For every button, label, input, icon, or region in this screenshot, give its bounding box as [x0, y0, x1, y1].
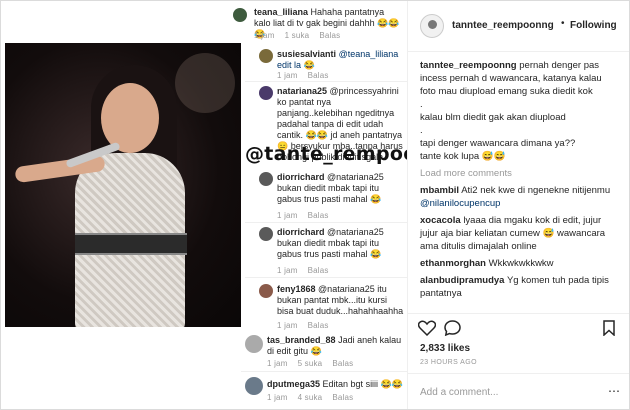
- comment-feny: feny1868 @natariana25 itu bukan pantat m…: [277, 284, 404, 316]
- avatar: [245, 335, 263, 353]
- post-username[interactable]: tanntee_reempoonng: [452, 20, 554, 31]
- avatar: [245, 377, 263, 395]
- comment-meta: 1 jam Balas: [277, 321, 329, 330]
- avatar: [259, 172, 273, 186]
- action-bar: [408, 313, 629, 342]
- profile-avatar[interactable]: [420, 14, 444, 38]
- singer-photo: [5, 43, 241, 327]
- comment-susie: susiesalvianti @teana_liliana edit la 😂: [277, 49, 399, 70]
- comment-dputmega: dputmega35 Editan bgt siiii 😂😂: [267, 379, 403, 389]
- avatar: [259, 86, 273, 100]
- comment-meta: 1 jam Balas: [277, 266, 329, 275]
- caption: tanntee_reempoonng pernah denger pas inc…: [420, 60, 602, 162]
- load-more-comments[interactable]: Load more comments: [420, 167, 620, 180]
- avatar: [259, 227, 273, 241]
- ellipsis-icon[interactable]: ⋯: [608, 384, 620, 398]
- comment-meta: 1 jam Balas: [277, 71, 329, 80]
- post-sidebar: tanntee_reempoonng • Following tanntee_r…: [407, 1, 629, 409]
- avatar: [259, 49, 273, 63]
- avatar: [233, 8, 247, 22]
- caption-and-comments: tanntee_reempoonng pernah denger pas inc…: [420, 59, 620, 300]
- likes-count[interactable]: 2,833 likes: [420, 343, 470, 354]
- comment-meta: 1 jam 1 suka Balas: [254, 31, 341, 40]
- following-button[interactable]: Following: [570, 20, 617, 31]
- comment-meta: 1 jam 5 suka Balas: [267, 359, 354, 368]
- post-header: tanntee_reempoonng • Following: [408, 1, 629, 52]
- heart-icon[interactable]: [418, 320, 436, 336]
- separator-dot: •: [561, 18, 565, 29]
- instagram-post-window: teana_liliana Hahaha pantatnya kalo liat…: [0, 0, 630, 410]
- avatar: [259, 284, 273, 298]
- add-comment-input[interactable]: Add a comment...: [420, 387, 498, 398]
- comment-icon[interactable]: [444, 320, 461, 336]
- comment: ethanmorghan Wkkwkwkkwkw: [420, 258, 554, 269]
- comment: mbambil Ati2 nek kwe di ngeneknе nitijen…: [420, 185, 611, 209]
- comment-diorrichard-2: diorrichard @natariana25 bukan diedit mb…: [277, 227, 384, 259]
- embedded-screenshot: teana_liliana Hahaha pantatnya kalo liat…: [1, 1, 444, 409]
- comment-meta: 1 jam Balas: [277, 211, 329, 220]
- comment-diorrichard: diorrichard @natariana25 bukan diedit mb…: [277, 172, 384, 204]
- post-timestamp: 23 HOURS AGO: [420, 359, 477, 366]
- bookmark-icon[interactable]: [603, 320, 615, 336]
- comment: alanbudipramudya Yg komen tuh pada tipis…: [420, 275, 609, 299]
- comment: xocacola lyaaa dia mgaku kok di edit, ju…: [420, 215, 606, 252]
- comment-tas-branded: tas_branded_88 Jadi aneh kalau di edit g…: [267, 335, 402, 356]
- comment-meta: 1 jam 4 suka Balas: [267, 393, 354, 402]
- add-comment-bar: Add a comment... ⋯: [408, 373, 629, 409]
